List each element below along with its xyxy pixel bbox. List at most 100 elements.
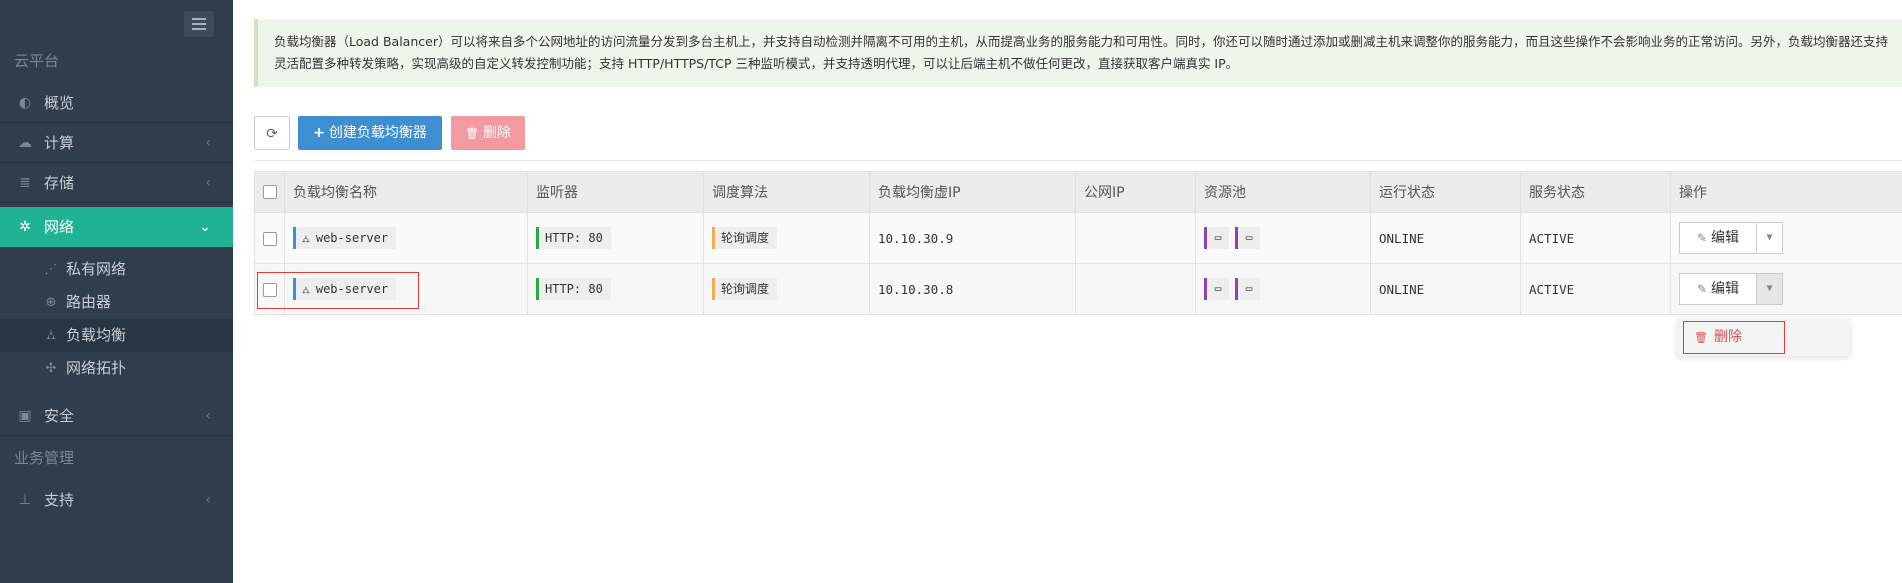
lb-name: web-server	[315, 231, 389, 245]
table-row: ⛼ web-server HTTP: 80 轮询调度 10.10.30.8 ▭ ▭ …	[254, 263, 1902, 315]
create-load-balancer-button[interactable]: + 创建负载均衡器	[298, 116, 442, 150]
sitemap-icon: ⛼	[302, 234, 310, 245]
delete-button[interactable]: 🗑 删除	[451, 116, 525, 150]
highlight-box	[257, 272, 419, 309]
vip-cell: 10.10.30.9	[869, 212, 1076, 264]
subnav-label: 路由器	[66, 293, 112, 311]
table-row: ⛼ web-server HTTP: 80 轮询调度 10.10.30.9 ▭ ▭ …	[254, 212, 1902, 264]
database-icon: ≣	[19, 175, 31, 191]
actions-dropdown-menu: 🗑 删除	[1677, 318, 1850, 356]
run-state-cell: ONLINE	[1370, 212, 1521, 264]
refresh-button[interactable]: ⟳	[254, 116, 290, 150]
chevron-left-icon: ‹	[205, 408, 211, 424]
row-checkbox[interactable]	[263, 231, 277, 246]
menu-toggle-button[interactable]	[184, 11, 214, 37]
subnav-item-load-balancer[interactable]: ⛼ 负载均衡	[0, 319, 233, 352]
alert-text: 负载均衡器（Load Balancer）可以将来自多个公网地址的访问流量分发到多…	[274, 34, 1888, 71]
select-all-cell	[254, 171, 285, 213]
globe-icon: ⊕	[45, 295, 57, 310]
column-header[interactable]: 资源池	[1195, 171, 1371, 213]
column-header: 操作	[1670, 171, 1902, 213]
nav-label: 支持	[44, 491, 75, 509]
actions-dropdown-toggle[interactable]: ▼	[1756, 273, 1783, 305]
divider	[254, 160, 1902, 161]
edit-label: 编辑	[1711, 281, 1740, 297]
cloud-icon: ☁	[18, 135, 32, 151]
nav-label: 安全	[44, 407, 75, 425]
nav-label: 网络	[44, 218, 75, 236]
name-cell: ⛼ web-server	[284, 212, 528, 264]
sidebar: 云平台 ◐ 概览 ☁ 计算 ‹ ≣ 存储 ‹ ✲ 网络 ⌄ ⋰ 私有网络 ⊕ 路…	[0, 0, 233, 583]
info-alert: 负载均衡器（Load Balancer）可以将来自多个公网地址的访问流量分发到多…	[254, 19, 1902, 87]
algorithm-cell: 轮询调度	[703, 212, 870, 264]
monitor-icon[interactable]: ▭	[1204, 227, 1229, 249]
dashboard-icon: ◐	[18, 95, 32, 111]
nav-label: 计算	[44, 134, 75, 152]
trash-icon: 🗑	[465, 127, 479, 140]
subnav-item-private-network[interactable]: ⋰ 私有网络	[0, 253, 233, 286]
dropdown-delete-item[interactable]: 🗑 删除	[1683, 321, 1785, 354]
edit-button-group: ✎ 编辑 ▼	[1679, 222, 1785, 254]
chevron-left-icon: ‹	[205, 135, 211, 151]
listener-tag: HTTP: 80	[536, 278, 611, 300]
network-icon: ✲	[19, 219, 31, 235]
chevron-down-icon: ▼	[1766, 283, 1773, 294]
column-header[interactable]: 公网IP	[1075, 171, 1196, 213]
column-header[interactable]: 运行状态	[1370, 171, 1521, 213]
lb-name-tag[interactable]: ⛼ web-server	[293, 227, 397, 249]
table-header-row: 负载均衡名称 监听器 调度算法 负载均衡虚IP 公网IP 资源池 运行状态 服务…	[254, 171, 1902, 213]
pool-cell: ▭ ▭	[1195, 263, 1371, 315]
nav-item-storage[interactable]: ≣ 存储 ‹	[0, 163, 233, 203]
chevron-left-icon: ‹	[205, 492, 211, 508]
edit-button[interactable]: ✎ 编辑	[1679, 222, 1757, 254]
subnav-label: 网络拓扑	[66, 359, 127, 377]
create-label: 创建负载均衡器	[328, 125, 427, 141]
nav-label: 概览	[44, 94, 75, 112]
trash-icon: 🗑	[1694, 331, 1708, 344]
pool-cell: ▭ ▭	[1195, 212, 1371, 264]
column-header[interactable]: 负载均衡虚IP	[869, 171, 1076, 213]
nav-item-security[interactable]: ▣ 安全 ‹	[0, 396, 233, 436]
subnav-item-topology[interactable]: ✣ 网络拓扑	[0, 352, 233, 385]
listener-cell: HTTP: 80	[527, 263, 704, 315]
monitor-icon[interactable]: ▭	[1235, 278, 1260, 300]
subnav-label: 负载均衡	[66, 326, 127, 344]
algorithm-tag: 轮询调度	[712, 278, 778, 300]
vip-cell: 10.10.30.8	[869, 263, 1076, 315]
plus-icon: +	[313, 125, 325, 141]
nav-item-overview[interactable]: ◐ 概览	[0, 83, 233, 123]
algorithm-cell: 轮询调度	[703, 263, 870, 315]
subnav-label: 私有网络	[66, 260, 127, 278]
nav-item-network[interactable]: ✲ 网络 ⌄	[0, 207, 233, 247]
edit-button[interactable]: ✎ 编辑	[1679, 273, 1757, 305]
rss-icon: ⋰	[44, 262, 58, 277]
subnav-item-router[interactable]: ⊕ 路由器	[0, 286, 233, 319]
column-header[interactable]: 调度算法	[703, 171, 870, 213]
actions-dropdown-toggle[interactable]: ▼	[1756, 222, 1783, 254]
select-all-checkbox[interactable]	[263, 185, 277, 199]
chevron-down-icon: ⌄	[199, 219, 211, 235]
refresh-icon: ⟳	[266, 126, 278, 142]
sitemap-icon: ⛼	[45, 328, 57, 343]
edit-button-group: ✎ 编辑 ▼	[1679, 273, 1785, 305]
monitor-icon[interactable]: ▭	[1204, 278, 1229, 300]
nav-label: 存储	[44, 174, 75, 192]
run-state-cell: ONLINE	[1370, 263, 1521, 315]
column-header[interactable]: 负载均衡名称	[284, 171, 528, 213]
actions-cell: ✎ 编辑 ▼	[1670, 263, 1902, 315]
nav-item-support[interactable]: ⊥ 支持 ‹	[0, 480, 233, 520]
shield-icon: ▣	[18, 408, 32, 424]
column-header[interactable]: 服务状态	[1520, 171, 1671, 213]
edit-icon: ✎	[1696, 231, 1708, 245]
chevron-left-icon: ‹	[205, 175, 211, 191]
chevron-down-icon: ▼	[1766, 232, 1773, 243]
monitor-icon[interactable]: ▭	[1235, 227, 1260, 249]
service-state-cell: ACTIVE	[1520, 263, 1671, 315]
public-ip-cell	[1075, 212, 1196, 264]
edit-label: 编辑	[1711, 230, 1740, 246]
row-select-cell	[254, 212, 285, 264]
nav-item-compute[interactable]: ☁ 计算 ‹	[0, 123, 233, 163]
listener-tag: HTTP: 80	[536, 227, 611, 249]
column-header[interactable]: 监听器	[527, 171, 704, 213]
pin-icon: ⊥	[18, 492, 32, 508]
